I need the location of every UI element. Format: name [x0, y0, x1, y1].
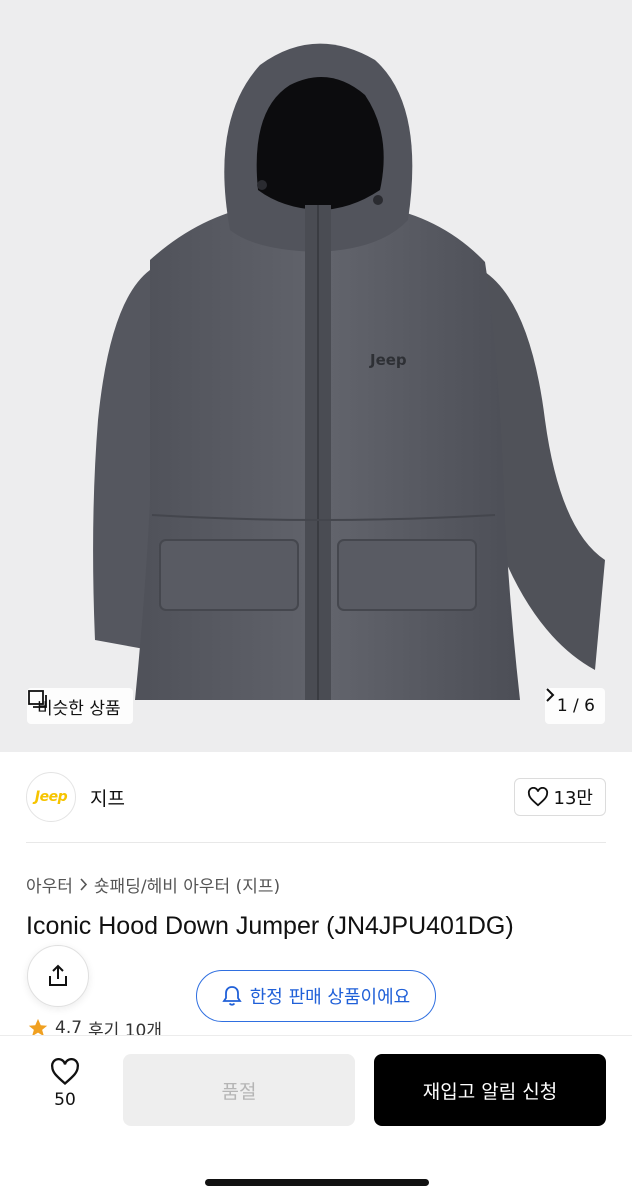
heart-icon: [527, 787, 548, 807]
brand-row: Jeep 지프 13만: [0, 752, 632, 842]
bottom-action-bar: 50 품절 재입고 알림 신청: [0, 1035, 632, 1200]
brand-like-button[interactable]: 13만: [513, 778, 606, 816]
soldout-label: 품절: [221, 1080, 257, 1103]
wishlist-button[interactable]: 50: [36, 1058, 94, 1110]
similar-items-label: 비슷한 상품: [37, 698, 121, 719]
limited-sale-notice[interactable]: 한정 판매 상품이에요: [196, 970, 436, 1022]
heart-icon: [51, 1058, 79, 1085]
similar-items-chip[interactable]: 비슷한 상품: [27, 688, 133, 724]
brand-logo-text: Jeep: [34, 789, 68, 805]
home-indicator: [205, 1179, 429, 1186]
brand-name[interactable]: 지프: [90, 784, 125, 811]
share-icon: [49, 964, 67, 986]
breadcrumb-item-category[interactable]: 숏패딩/헤비 아우터 (지프): [94, 872, 280, 897]
product-title: Iconic Hood Down Jumper (JN4JPU401DG): [26, 912, 514, 940]
jacket-chest-logo: Jeep: [369, 351, 407, 369]
share-button[interactable]: [27, 945, 89, 1007]
product-image-gallery[interactable]: Jeep 비슷한 상품 1 / 6: [0, 0, 632, 752]
divider: [26, 842, 606, 843]
chevron-right-icon: [80, 878, 88, 891]
restock-alert-button[interactable]: 재입고 알림 신청: [374, 1054, 606, 1126]
restock-alert-label: 재입고 알림 신청: [422, 1080, 558, 1103]
breadcrumb: 아우터 숏패딩/헤비 아우터 (지프): [26, 872, 280, 897]
similar-items-icon: [28, 690, 47, 708]
gallery-pager-text: 1 / 6: [556, 696, 595, 716]
limited-sale-label: 한정 판매 상품이에요: [249, 987, 411, 1008]
gallery-pager[interactable]: 1 / 6: [544, 688, 605, 724]
breadcrumb-item-outer[interactable]: 아우터: [26, 872, 73, 897]
wishlist-count: 50: [54, 1090, 76, 1110]
brand-logo[interactable]: Jeep: [26, 772, 76, 822]
product-jacket-image: Jeep: [93, 43, 605, 700]
bell-icon: [222, 986, 242, 1006]
brand-like-count: 13만: [553, 788, 593, 809]
chevron-right-icon: [546, 688, 555, 702]
soldout-button: 품절: [123, 1054, 355, 1126]
